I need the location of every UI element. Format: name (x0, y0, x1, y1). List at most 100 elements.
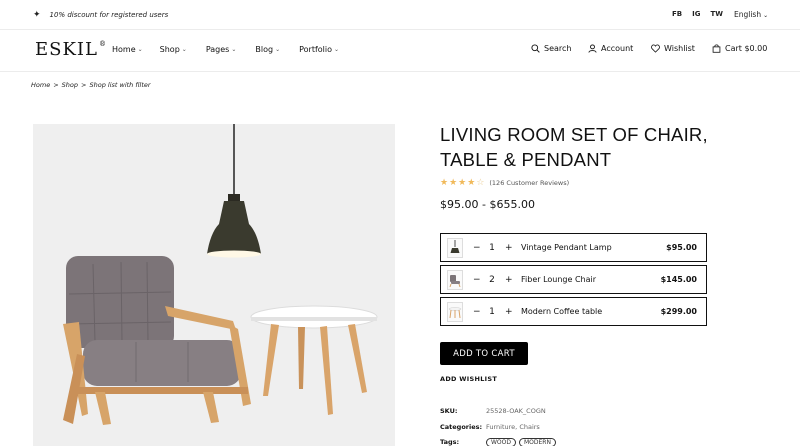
nav-item-home[interactable]: Home ⌄ (112, 45, 143, 54)
promo-text: 10% discount for registered users (49, 11, 169, 19)
breadcrumb-home[interactable]: Home (31, 81, 50, 89)
sku-row: SKU: 25528-OAK_COGN (440, 407, 546, 415)
social-link-fb[interactable]: FB (672, 10, 682, 18)
bundle-item: − 2 + Fiber Lounge Chair $145.00 (440, 265, 707, 294)
chevron-down-icon: ⌄ (181, 46, 187, 53)
sku-value: 25528-OAK_COGN (486, 407, 546, 415)
bundle-item-name[interactable]: Fiber Lounge Chair (521, 275, 661, 284)
tag-chip[interactable]: MODERN (519, 438, 556, 446)
language-label: English (734, 10, 762, 19)
categories-label: Categories: (440, 423, 483, 431)
add-to-cart-button[interactable]: ADD TO CART (440, 342, 528, 365)
quantity-value[interactable]: 2 (489, 275, 495, 285)
pendant-lamp (207, 124, 261, 258)
coffee-table (250, 305, 378, 415)
product-illustration (63, 124, 378, 425)
product-title: LIVING ROOM SET OF CHAIR, TABLE & PENDAN… (440, 122, 760, 172)
main-nav: Home ⌄ Shop ⌄ Pages ⌄ Blog ⌄ Portfolio ⌄ (112, 45, 339, 54)
bundle-item: − 1 + Modern Coffee table $299.00 (440, 297, 707, 326)
product-title-line2: TABLE & PENDANT (440, 149, 612, 170)
lounge-chair-thumb (447, 269, 463, 290)
user-icon (588, 44, 597, 53)
nav-label: Pages (205, 45, 230, 54)
increase-button[interactable]: + (505, 307, 513, 317)
chevron-down-icon: ⌄ (763, 12, 769, 19)
coffee-table-thumb (447, 301, 463, 322)
site-logo[interactable]: ESKIL® (35, 39, 106, 60)
cart-link[interactable]: Cart $0.00 (712, 44, 767, 53)
quantity-stepper: − 1 + (473, 243, 513, 253)
bundle-item-price: $299.00 (660, 307, 697, 316)
sparkle-icon: ✦ (33, 10, 41, 20)
registered-mark: ® (98, 40, 107, 48)
chevron-down-icon: ⌄ (231, 46, 237, 53)
heart-icon (651, 44, 660, 53)
top-bar: ✦ 10% discount for registered users FB I… (0, 0, 800, 30)
chevron-down-icon: ⌄ (275, 46, 281, 53)
quantity-value[interactable]: 1 (489, 243, 495, 253)
search-icon (531, 44, 540, 53)
logo-text: ESKIL (35, 39, 98, 60)
quantity-stepper: − 1 + (473, 307, 513, 317)
nav-item-shop[interactable]: Shop ⌄ (160, 45, 187, 54)
nav-label: Portfolio (299, 45, 333, 54)
quantity-value[interactable]: 1 (489, 307, 495, 317)
increase-button[interactable]: + (505, 275, 513, 285)
quantity-stepper: − 2 + (473, 275, 513, 285)
bundle-item-price: $95.00 (666, 243, 697, 252)
social-link-tw[interactable]: TW (710, 10, 723, 18)
star-icon: ★ (467, 178, 477, 188)
star-outline-icon: ☆ (476, 178, 486, 188)
pendant-lamp-thumb (447, 237, 463, 258)
tags-label: Tags: (440, 438, 460, 446)
categories-value[interactable]: Furniture, Chairs (486, 423, 540, 431)
decrease-button[interactable]: − (473, 307, 481, 317)
tag-chip[interactable]: WOOD (486, 438, 516, 446)
breadcrumb: Home > Shop > Shop list with filter (31, 81, 151, 89)
nav-label: Home (112, 45, 136, 54)
cart-label: Cart $0.00 (725, 44, 768, 53)
product-rating[interactable]: ★★★★☆ (126 Customer Reviews) (440, 178, 569, 188)
language-selector[interactable]: English ⌄ (734, 10, 768, 19)
bag-icon (712, 44, 721, 53)
chevron-down-icon: ⌄ (334, 46, 340, 53)
bundle-item-price: $145.00 (660, 275, 697, 284)
bundle-item: − 1 + Vintage Pendant Lamp $95.00 (440, 233, 707, 262)
add-wishlist-link[interactable]: ADD WISHLIST (440, 375, 497, 383)
bundle-item-name[interactable]: Vintage Pendant Lamp (521, 243, 666, 252)
search-label: Search (544, 44, 572, 53)
breadcrumb-separator: > (81, 81, 87, 89)
account-link[interactable]: Account (588, 44, 633, 53)
site-header: ESKIL® Home ⌄ Shop ⌄ Pages ⌄ Blog ⌄ Portfoli… (0, 30, 800, 72)
breadcrumb-shop[interactable]: Shop (62, 81, 78, 89)
increase-button[interactable]: + (505, 243, 513, 253)
product-title-line1: LIVING ROOM SET OF CHAIR, (440, 124, 708, 145)
product-image[interactable] (33, 124, 395, 446)
wishlist-label: Wishlist (664, 44, 695, 53)
account-label: Account (601, 44, 634, 53)
social-links: FB IG TW (672, 10, 723, 18)
bundle-item-name[interactable]: Modern Coffee table (521, 307, 661, 316)
wishlist-link[interactable]: Wishlist (651, 44, 695, 53)
sku-label: SKU: (440, 407, 458, 415)
nav-item-portfolio[interactable]: Portfolio ⌄ (299, 45, 339, 54)
rating-stars: ★★★★☆ (440, 178, 485, 188)
nav-label: Blog (255, 45, 274, 54)
breadcrumb-current: Shop list with filter (89, 81, 151, 89)
star-icon: ★ (440, 178, 450, 188)
lounge-chair (63, 256, 251, 425)
star-icon: ★ (449, 178, 459, 188)
nav-label: Shop (159, 45, 180, 54)
nav-item-blog[interactable]: Blog ⌄ (255, 45, 280, 54)
tags-row: Tags: WOOD MODERN (440, 438, 559, 446)
decrease-button[interactable]: − (473, 243, 481, 253)
promo-banner: ✦ 10% discount for registered users (33, 10, 168, 20)
decrease-button[interactable]: − (473, 275, 481, 285)
price-range: $95.00 - $655.00 (440, 198, 535, 211)
star-icon: ★ (458, 178, 468, 188)
social-link-ig[interactable]: IG (692, 10, 700, 18)
review-count[interactable]: (126 Customer Reviews) (489, 179, 569, 187)
nav-item-pages[interactable]: Pages ⌄ (206, 45, 237, 54)
search-link[interactable]: Search (531, 44, 571, 53)
categories-row: Categories: Furniture, Chairs (440, 423, 540, 431)
